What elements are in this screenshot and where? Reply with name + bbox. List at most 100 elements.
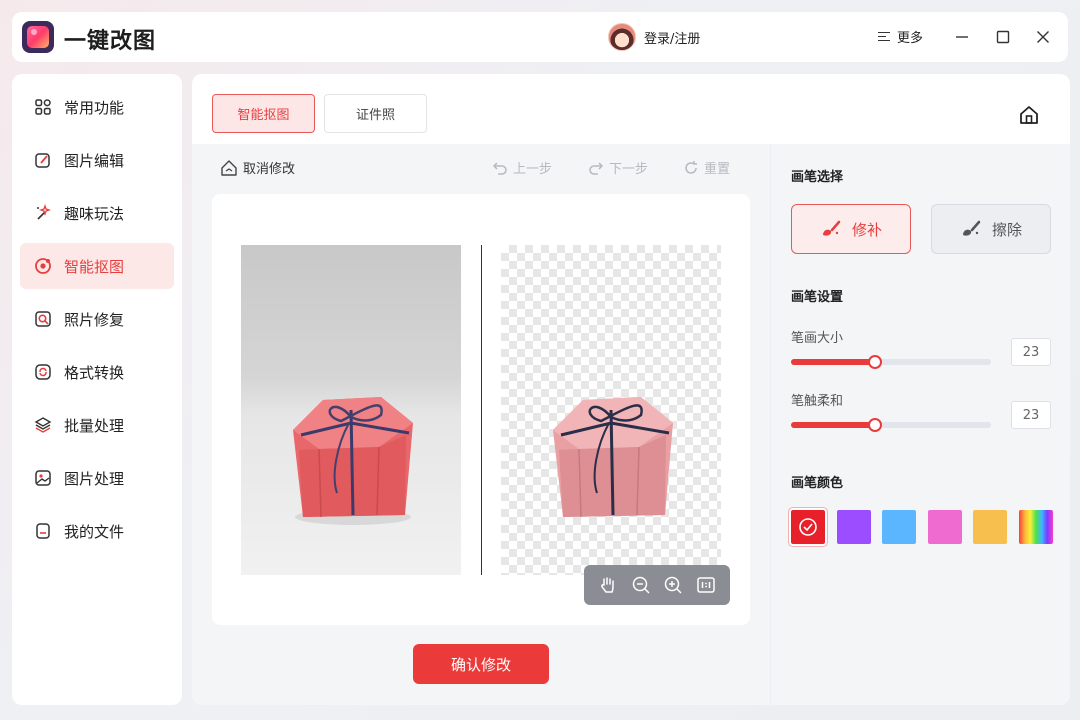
- cancel-edit-button[interactable]: 取消修改: [220, 158, 295, 177]
- sidebar-item-cutout[interactable]: 智能抠图: [20, 243, 174, 289]
- reset-button[interactable]: 重置: [683, 158, 730, 177]
- zoom-in-button[interactable]: [662, 574, 684, 596]
- brush-settings-title: 画笔设置: [791, 290, 844, 305]
- cutout-icon: [34, 257, 52, 275]
- color-swatch-pink[interactable]: [927, 510, 962, 544]
- close-button[interactable]: [1031, 25, 1055, 49]
- zoom-out-button[interactable]: [630, 574, 652, 596]
- tab-smart-cutout[interactable]: 智能抠图: [212, 94, 315, 133]
- zoom-toolbar: [584, 565, 730, 605]
- check-icon: [799, 518, 817, 536]
- tab-bar: 智能抠图 证件照: [212, 94, 436, 133]
- brush-panel: 画笔选择 修补 擦除 画笔设置 笔画大小 23 笔触柔和 23 画笔颜色: [770, 144, 1070, 705]
- actual-size-button[interactable]: [695, 574, 717, 596]
- sidebar-item-label: 常用功能: [64, 98, 125, 117]
- redo-label: 下一步: [609, 162, 649, 177]
- close-icon: [1037, 31, 1049, 43]
- brush-size-label: 笔画大小: [791, 331, 844, 346]
- color-swatch-purple[interactable]: [836, 510, 871, 544]
- gift-box-original: [293, 397, 413, 525]
- brush-softness-label: 笔触柔和: [791, 394, 844, 409]
- menu-icon: [878, 31, 890, 43]
- login-label: 登录/注册: [644, 31, 701, 47]
- slider-fill: [791, 422, 875, 428]
- sidebar-item-common[interactable]: 常用功能: [20, 84, 174, 130]
- more-menu-button[interactable]: 更多: [878, 27, 923, 46]
- edit-toolbar: 取消修改 上一步 下一步 重置: [220, 158, 740, 180]
- reset-label: 重置: [704, 162, 731, 177]
- work-area: 取消修改 上一步 下一步 重置 确认修改: [192, 144, 770, 705]
- convert-icon: [34, 363, 52, 381]
- main-panel: 智能抠图 证件照 取消修改 上一步 下一步 重置 确认修改 画笔选择 修补 擦除…: [192, 74, 1070, 705]
- cutout-result-image: [501, 245, 721, 575]
- erase-brush-label: 擦除: [991, 220, 1022, 239]
- sidebar-item-label: 图片编辑: [64, 151, 125, 170]
- hand-icon: [601, 577, 614, 593]
- cancel-edit-label: 取消修改: [243, 162, 296, 177]
- confirm-edit-button[interactable]: 确认修改: [413, 644, 549, 684]
- color-swatch-blue[interactable]: [882, 510, 916, 544]
- sidebar-item-repair[interactable]: 照片修复: [20, 296, 174, 342]
- file-icon: [34, 522, 52, 540]
- sidebar-item-label: 智能抠图: [64, 257, 125, 276]
- compare-divider[interactable]: [481, 245, 482, 575]
- layers-icon: [34, 416, 52, 434]
- sidebar-item-label: 图片处理: [64, 469, 125, 488]
- gift-box-cutout: [553, 397, 673, 518]
- sidebar-item-batch[interactable]: 批量处理: [20, 402, 174, 448]
- undo-button[interactable]: 上一步: [492, 158, 552, 177]
- slider-fill: [791, 359, 875, 365]
- sidebar-item-edit[interactable]: 图片编辑: [20, 137, 174, 183]
- sidebar-item-files[interactable]: 我的文件: [20, 508, 174, 554]
- brush-softness-value[interactable]: 23: [1011, 401, 1051, 429]
- erase-brush-button[interactable]: 擦除: [931, 204, 1051, 254]
- login-button[interactable]: 登录/注册: [608, 22, 700, 52]
- sidebar-item-label: 我的文件: [64, 522, 125, 541]
- slider-handle[interactable]: [868, 418, 882, 432]
- zoom-out-icon: [632, 576, 650, 594]
- sidebar-item-label: 趣味玩法: [64, 204, 125, 223]
- sidebar-item-label: 照片修复: [64, 310, 125, 329]
- redo-icon: [589, 161, 604, 175]
- undo-label: 上一步: [513, 162, 553, 177]
- home-icon: [1020, 106, 1038, 124]
- brush-size-slider[interactable]: [791, 355, 991, 369]
- home-button[interactable]: [1018, 104, 1040, 126]
- hand-pan-button[interactable]: [597, 574, 619, 596]
- color-swatch-rainbow[interactable]: [1018, 510, 1053, 544]
- minimize-button[interactable]: [950, 25, 974, 49]
- image-canvas: [212, 194, 750, 625]
- sidebar-item-fun[interactable]: 趣味玩法: [20, 190, 174, 236]
- photo-repair-icon: [34, 310, 52, 328]
- grid-icon: [34, 98, 52, 116]
- color-swatch-red[interactable]: [789, 508, 827, 546]
- minimize-icon: [956, 36, 968, 38]
- sidebar-item-label: 批量处理: [64, 416, 125, 435]
- tab-id-photo[interactable]: 证件照: [324, 94, 427, 133]
- sidebar-item-convert[interactable]: 格式转换: [20, 349, 174, 395]
- maximize-button[interactable]: [991, 25, 1015, 49]
- app-logo-icon: [22, 21, 54, 53]
- reset-icon: [685, 160, 697, 174]
- brush-softness-slider[interactable]: [791, 418, 991, 432]
- slider-handle[interactable]: [868, 355, 882, 369]
- sidebar-item-label: 格式转换: [64, 363, 125, 382]
- magic-wand-icon: [34, 204, 52, 222]
- app-title: 一键改图: [64, 29, 157, 54]
- color-swatch-yellow[interactable]: [973, 510, 1007, 544]
- sidebar-item-image[interactable]: 图片处理: [20, 455, 174, 501]
- undo-icon: [492, 161, 507, 175]
- cancel-edit-icon: [221, 159, 237, 176]
- edit-icon: [34, 151, 52, 169]
- avatar: [608, 23, 636, 51]
- image-icon: [34, 469, 52, 487]
- brush-size-value[interactable]: 23: [1011, 338, 1051, 366]
- title-bar: 一键改图 登录/注册 更多: [12, 12, 1068, 62]
- erase-brush-icon: [962, 220, 981, 236]
- actual-size-icon: [697, 577, 715, 593]
- more-label: 更多: [897, 31, 924, 46]
- repair-brush-icon: [822, 220, 841, 236]
- repair-brush-button[interactable]: 修补: [791, 204, 911, 254]
- redo-button[interactable]: 下一步: [588, 158, 648, 177]
- zoom-in-icon: [665, 576, 682, 594]
